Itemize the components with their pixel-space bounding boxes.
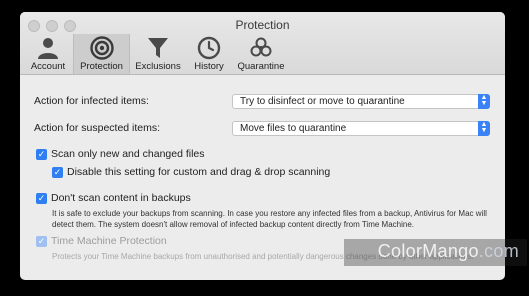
time-machine-label: Time Machine Protection xyxy=(51,235,167,247)
dont-scan-backups-checkbox[interactable]: ✓ xyxy=(36,193,47,204)
suspected-action-select[interactable]: Move files to quarantine ▲ ▼ xyxy=(232,121,490,136)
disable-custom-label: Disable this setting for custom and drag… xyxy=(67,166,331,178)
tab-protection[interactable]: Protection xyxy=(73,34,130,74)
tab-protection-label: Protection xyxy=(80,61,123,72)
suspected-action-label: Action for suspected items: xyxy=(34,122,161,134)
scan-new-label: Scan only new and changed files xyxy=(51,148,205,160)
chevron-updown-icon: ▲ ▼ xyxy=(478,121,490,136)
chevron-updown-icon: ▲ ▼ xyxy=(478,94,490,109)
clock-icon xyxy=(197,36,221,60)
person-icon xyxy=(38,38,58,59)
tab-history-label: History xyxy=(194,61,224,72)
tab-history[interactable]: History xyxy=(186,34,232,74)
titlebar: Protection Account Protection Exclusions xyxy=(20,12,505,75)
suspected-action-value: Move files to quarantine xyxy=(240,123,347,134)
infected-action-select[interactable]: Try to disinfect or move to quarantine ▲… xyxy=(232,94,490,109)
tab-exclusions[interactable]: Exclusions xyxy=(132,34,184,74)
infected-action-label: Action for infected items: xyxy=(34,95,149,107)
watermark: ColorMango.com xyxy=(378,241,519,262)
tab-account-label: Account xyxy=(30,61,66,72)
funnel-icon xyxy=(148,38,168,58)
dont-scan-backups-label: Don't scan content in backups xyxy=(51,192,191,204)
infected-action-value: Try to disinfect or move to quarantine xyxy=(240,96,405,107)
disable-custom-checkbox[interactable]: ✓ xyxy=(52,167,63,178)
watermark-name: ColorMango xyxy=(377,241,479,261)
tab-quarantine[interactable]: Quarantine xyxy=(234,34,288,74)
tab-account[interactable]: Account xyxy=(24,34,72,74)
watermark-tld: .com xyxy=(478,241,519,261)
time-machine-checkbox[interactable]: ✓ xyxy=(36,236,47,247)
scan-new-checkbox[interactable]: ✓ xyxy=(36,149,47,160)
tab-quarantine-label: Quarantine xyxy=(237,61,285,72)
tab-exclusions-label: Exclusions xyxy=(135,61,181,72)
backups-note: It is safe to exclude your backups from … xyxy=(52,209,487,229)
window-title: Protection xyxy=(235,18,290,32)
shield-ring-icon xyxy=(89,36,114,60)
biohazard-icon xyxy=(250,37,272,57)
